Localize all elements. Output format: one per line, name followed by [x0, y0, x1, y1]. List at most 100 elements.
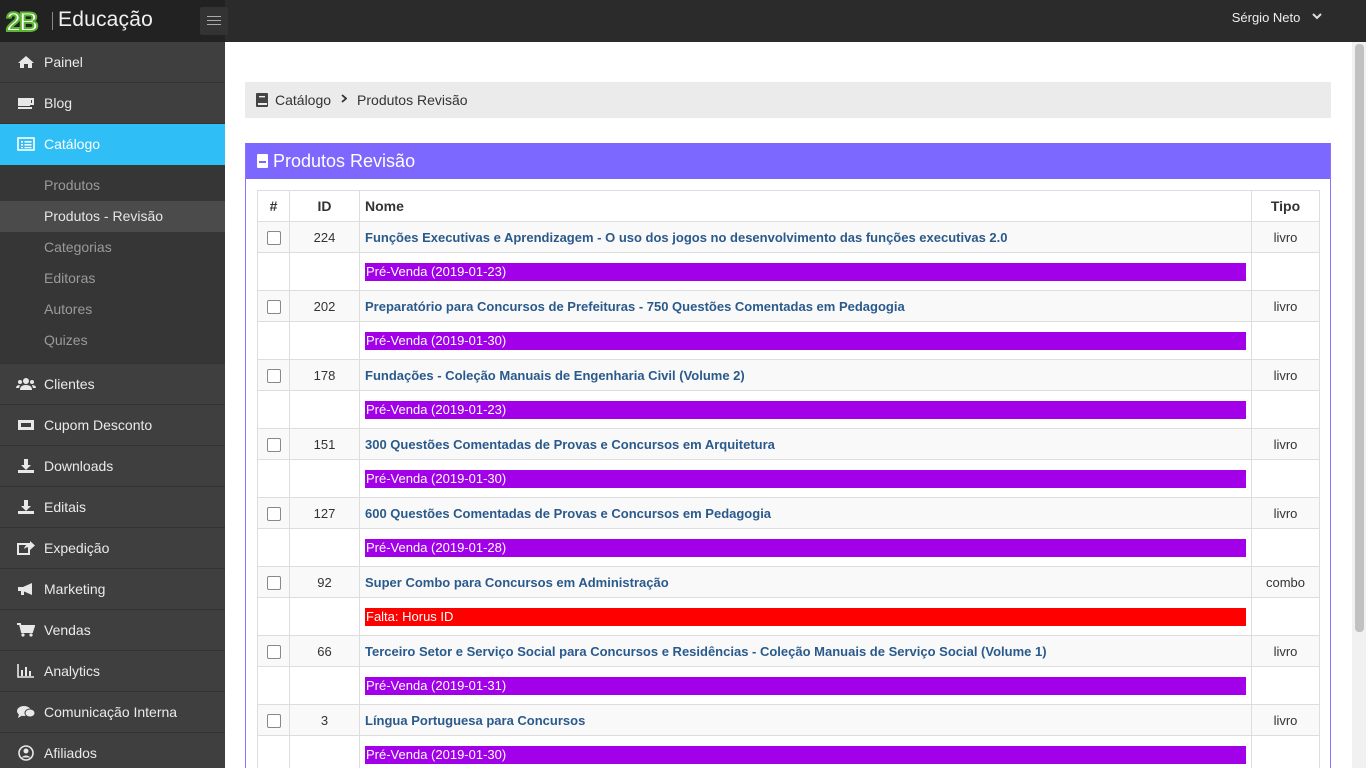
row-checkbox[interactable] — [266, 368, 281, 383]
main-content: Catálogo Produtos Revisão Produtos Revis… — [225, 42, 1352, 768]
status-spacer — [257, 252, 290, 291]
sidebar-item-analytics[interactable]: Analytics — [0, 651, 225, 692]
row-checkbox[interactable] — [266, 437, 281, 452]
status-badge: Pré-Venda (2019-01-23) — [365, 262, 1246, 281]
cart-icon — [16, 622, 36, 638]
menu-toggle-button[interactable] — [200, 7, 228, 35]
table-row-status: Pré-Venda (2019-01-23) — [257, 390, 1320, 429]
row-id: 66 — [289, 635, 360, 667]
scrollbar-thumb[interactable] — [1355, 44, 1364, 632]
row-checkbox[interactable] — [266, 575, 281, 590]
row-tipo: livro — [1251, 359, 1320, 391]
sidebar-item-editais[interactable]: Editais — [0, 487, 225, 528]
row-id: 92 — [289, 566, 360, 598]
page-scrollbar[interactable] — [1352, 42, 1366, 768]
product-name-link[interactable]: Preparatório para Concursos de Prefeitur… — [365, 299, 905, 314]
submenu-item-produtos[interactable]: Produtos — [0, 170, 225, 201]
status-spacer — [289, 528, 360, 567]
sidebar-item-blog[interactable]: Blog — [0, 83, 225, 124]
row-nome-cell: Fundações - Coleção Manuais de Engenhari… — [359, 359, 1252, 391]
user-name: Sérgio Neto — [1231, 10, 1301, 25]
submenu-item-quizes[interactable]: Quizes — [0, 325, 225, 356]
sidebar-item-label: Editais — [44, 499, 87, 515]
products-review-panel: Produtos Revisão # ID Nome Tipo 224 Funçõ… — [245, 143, 1331, 768]
submenu-item-editoras[interactable]: Editoras — [0, 263, 225, 294]
col-header-check: # — [257, 190, 290, 222]
catalogo-submenu: Produtos Produtos - Revisão Categorias E… — [0, 165, 225, 364]
sidebar-item-label: Marketing — [44, 581, 106, 597]
submenu-item-autores[interactable]: Autores — [0, 294, 225, 325]
sidebar-item-downloads[interactable]: Downloads — [0, 446, 225, 487]
sidebar-item-comunicacao-interna[interactable]: Comunicação Interna — [0, 692, 225, 733]
user-menu[interactable]: Sérgio Neto — [1232, 10, 1322, 25]
sidebar-item-painel[interactable]: Painel — [0, 42, 225, 83]
status-cell: Pré-Venda (2019-01-31) — [359, 666, 1252, 705]
status-spacer — [289, 597, 360, 636]
sidebar-item-vendas[interactable]: Vendas — [0, 610, 225, 651]
product-name-link[interactable]: Funções Executivas e Aprendizagem - O us… — [365, 230, 1007, 245]
status-badge: Pré-Venda (2019-01-30) — [365, 745, 1246, 764]
col-header-tipo: Tipo — [1251, 190, 1320, 222]
row-checkbox-cell — [257, 290, 290, 322]
product-name-link[interactable]: Língua Portuguesa para Concursos — [365, 713, 585, 728]
sidebar-item-label: Catálogo — [44, 136, 101, 152]
chevron-down-icon — [1312, 13, 1322, 20]
row-id: 151 — [289, 428, 360, 460]
sidebar-item-label: Expedição — [44, 540, 110, 556]
breadcrumb-root-link[interactable]: Catálogo — [275, 92, 331, 108]
logo-area[interactable]: 2B Educação — [0, 0, 225, 42]
product-name-link[interactable]: Super Combo para Concursos em Administra… — [365, 575, 669, 590]
table-row-status: Pré-Venda (2019-01-28) — [257, 528, 1320, 567]
status-spacer — [289, 252, 360, 291]
table-row-status: Pré-Venda (2019-01-30) — [257, 735, 1320, 768]
row-checkbox[interactable] — [266, 230, 281, 245]
sidebar-item-label: Afiliados — [44, 745, 97, 761]
product-name-link[interactable]: 600 Questões Comentadas de Provas e Conc… — [365, 506, 771, 521]
row-nome-cell: Língua Portuguesa para Concursos — [359, 704, 1252, 736]
status-spacer — [1251, 252, 1320, 291]
sidebar-item-marketing[interactable]: Marketing — [0, 569, 225, 610]
svg-text:2B: 2B — [6, 7, 38, 36]
status-cell: Pré-Venda (2019-01-23) — [359, 390, 1252, 429]
row-checkbox[interactable] — [266, 713, 281, 728]
status-badge: Pré-Venda (2019-01-30) — [365, 331, 1246, 350]
table-row: 202 Preparatório para Concursos de Prefei… — [257, 290, 1320, 322]
breadcrumb-current: Produtos Revisão — [357, 92, 468, 108]
submenu-item-categorias[interactable]: Categorias — [0, 232, 225, 263]
status-badge: Pré-Venda (2019-01-28) — [365, 538, 1246, 557]
sidebar: Painel Blog Catálogo Produtos Produtos -… — [0, 42, 225, 768]
row-checkbox[interactable] — [266, 506, 281, 521]
product-name-link[interactable]: Terceiro Setor e Serviço Social para Con… — [365, 644, 1047, 659]
submenu-item-produtos-revisao[interactable]: Produtos - Revisão — [0, 201, 225, 232]
sidebar-item-cupom-desconto[interactable]: Cupom Desconto — [0, 405, 225, 446]
status-spacer — [1251, 321, 1320, 360]
sidebar-item-catalogo[interactable]: Catálogo — [0, 124, 225, 165]
status-spacer — [257, 390, 290, 429]
sidebar-item-clientes[interactable]: Clientes — [0, 364, 225, 405]
row-checkbox-cell — [257, 497, 290, 529]
sidebar-item-afiliados[interactable]: Afiliados — [0, 733, 225, 768]
table-row: 224 Funções Executivas e Aprendizagem - O… — [257, 221, 1320, 253]
download-icon — [16, 458, 36, 474]
row-checkbox-cell — [257, 704, 290, 736]
status-spacer — [257, 666, 290, 705]
status-badge: Pré-Venda (2019-01-30) — [365, 469, 1246, 488]
product-name-link[interactable]: Fundações - Coleção Manuais de Engenhari… — [365, 368, 745, 383]
row-checkbox-cell — [257, 635, 290, 667]
row-tipo: livro — [1251, 704, 1320, 736]
sidebar-item-expedicao[interactable]: Expedição — [0, 528, 225, 569]
status-spacer — [257, 735, 290, 768]
table-row: 92 Super Combo para Concursos em Administ… — [257, 566, 1320, 598]
table-row-status: Pré-Venda (2019-01-23) — [257, 252, 1320, 291]
table-row: 151 300 Questões Comentadas de Provas e C… — [257, 428, 1320, 460]
status-cell: Pré-Venda (2019-01-30) — [359, 735, 1252, 768]
row-checkbox-cell — [257, 359, 290, 391]
table-header-row: # ID Nome Tipo — [257, 190, 1320, 222]
table-row: 178 Fundações - Coleção Manuais de Engenh… — [257, 359, 1320, 391]
ticket-icon — [16, 417, 36, 433]
chevron-right-icon — [341, 94, 348, 106]
product-name-link[interactable]: 300 Questões Comentadas de Provas e Conc… — [365, 437, 775, 452]
row-checkbox[interactable] — [266, 299, 281, 314]
home-icon — [16, 54, 36, 70]
row-checkbox[interactable] — [266, 644, 281, 659]
